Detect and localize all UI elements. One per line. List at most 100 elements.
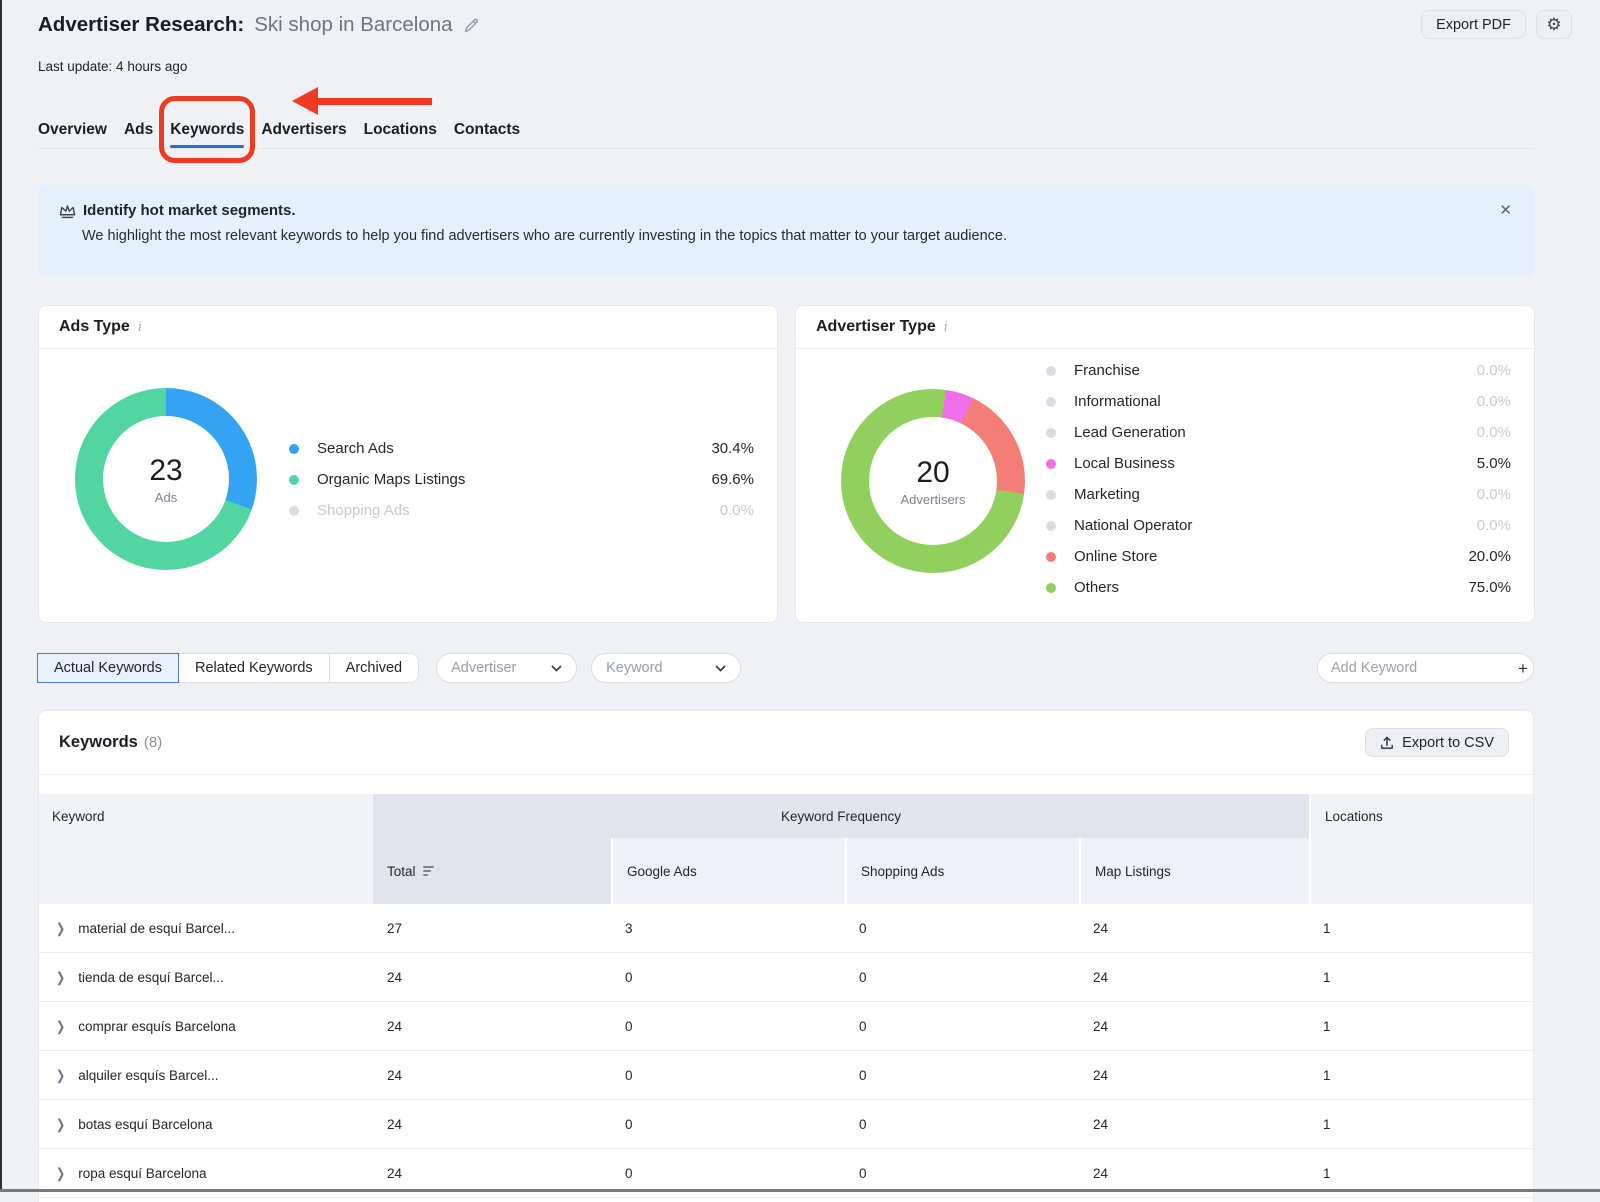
table-row[interactable]: ❯ alquiler esquís Barcel... 24 0 0 24 1	[39, 1051, 1533, 1100]
legend-dot	[1046, 397, 1056, 407]
advertiser-type-title: Advertiser Type	[816, 318, 936, 336]
plus-icon[interactable]: +	[1518, 660, 1528, 677]
tab[interactable]: Contacts	[454, 112, 520, 148]
shopping-ads-cell: 0	[845, 1100, 1079, 1148]
google-ads-cell: 0	[611, 953, 845, 1001]
tab[interactable]: Keywords	[170, 112, 244, 148]
banner-close-button[interactable]: ✕	[1499, 203, 1512, 218]
legend-value: 5.0%	[1477, 455, 1511, 472]
add-keyword-input[interactable]	[1331, 660, 1518, 676]
tabs: Overview Ads Keywords Advertisers Locati…	[38, 112, 1534, 149]
keyword-cell: ❯ material de esquí Barcel...	[39, 904, 373, 952]
total-label: Total	[387, 864, 416, 879]
legend-dot	[1046, 552, 1056, 562]
chevron-right-icon[interactable]: ❯	[56, 1165, 65, 1181]
keywords-card-header: Keywords (8) Export to CSV	[39, 711, 1533, 775]
locations-cell: 1	[1309, 904, 1534, 952]
legend-dot	[1046, 490, 1056, 500]
chevron-right-icon[interactable]: ❯	[56, 969, 65, 985]
settings-button[interactable]: ⚙	[1536, 10, 1572, 39]
tab-label: Keywords	[170, 121, 244, 139]
chevron-right-icon[interactable]: ❯	[56, 1116, 65, 1132]
table-row[interactable]: ❯ tienda de esquí Barcel... 24 0 0 24 1	[39, 953, 1533, 1002]
chevron-right-icon[interactable]: ❯	[56, 1018, 65, 1034]
legend-label: Marketing	[1074, 486, 1477, 503]
tab-label: Locations	[364, 121, 437, 139]
legend-label: Shopping Ads	[317, 502, 720, 519]
keywords-card: Keywords (8) Export to CSV Keyword Keywo…	[38, 710, 1534, 1202]
legend-item: Online Store 20.0%	[1046, 541, 1511, 572]
google-ads-cell: 0	[611, 1051, 845, 1099]
segment-button[interactable]: Archived	[329, 653, 419, 683]
tab[interactable]: Overview	[38, 112, 107, 148]
legend-item: National Operator 0.0%	[1046, 510, 1511, 541]
export-pdf-button[interactable]: Export PDF	[1421, 10, 1526, 39]
col-group-header: Keyword Frequency	[373, 794, 1309, 838]
legend-value: 20.0%	[1468, 548, 1511, 565]
table-row[interactable]: ❯ material de esquí Barcel... 27 3 0 24 …	[39, 904, 1533, 953]
col-shopping-ads-header[interactable]: Shopping Ads	[845, 838, 1079, 904]
table-row[interactable]: ❯ comprar esquís Barcelona 24 0 0 24 1	[39, 1002, 1533, 1051]
tab[interactable]: Ads	[124, 112, 153, 148]
chevron-right-icon[interactable]: ❯	[56, 920, 65, 936]
table-header: Keyword Keyword Frequency Locations Tota…	[39, 794, 1533, 904]
legend-value: 30.4%	[711, 440, 754, 457]
arrow-head-icon	[292, 87, 318, 115]
legend-value: 0.0%	[1477, 393, 1511, 410]
google-ads-cell: 3	[611, 904, 845, 952]
keyword-text: comprar esquís Barcelona	[78, 1019, 236, 1034]
header-actions: Export PDF ⚙	[1421, 10, 1572, 39]
chevron-down-icon	[551, 665, 562, 672]
tab[interactable]: Advertisers	[261, 112, 346, 148]
advertiser-filter-select[interactable]: Advertiser	[436, 653, 577, 683]
shopping-ads-cell: 0	[845, 953, 1079, 1001]
ads-type-card: Ads Type i 23 Ads Search Ads 30.4%	[38, 305, 778, 623]
map-listings-label: Map Listings	[1095, 864, 1171, 879]
google-ads-cell: 0	[611, 1100, 845, 1148]
keywords-filterbar: Actual Keywords Related Keywords Archive…	[38, 653, 1534, 683]
advertiser-type-card-body: 20 Advertisers Franchise 0.0% Informatio…	[796, 349, 1534, 622]
arrow-shaft	[314, 98, 432, 105]
export-pdf-label: Export PDF	[1436, 17, 1511, 33]
donut-center-label: Advertisers	[900, 492, 965, 507]
advertiser-select-placeholder: Advertiser	[451, 660, 516, 676]
close-icon: ✕	[1499, 202, 1512, 219]
total-cell: 24	[373, 953, 611, 1001]
charts-row: Ads Type i 23 Ads Search Ads 30.4%	[38, 305, 1535, 623]
legend-item: Local Business 5.0%	[1046, 448, 1511, 479]
legend-item: Search Ads 30.4%	[289, 433, 754, 464]
advertiser-type-legend: Franchise 0.0% Informational 0.0% Lead G…	[1046, 355, 1511, 603]
map-listings-cell: 24	[1079, 904, 1309, 952]
segment-button[interactable]: Actual Keywords	[37, 653, 179, 683]
legend-label: Local Business	[1074, 455, 1477, 472]
total-cell: 24	[373, 1051, 611, 1099]
segment-label: Archived	[346, 660, 402, 676]
tab-label: Advertisers	[261, 121, 346, 139]
legend-label: Online Store	[1074, 548, 1468, 565]
chevron-right-icon[interactable]: ❯	[56, 1067, 65, 1083]
legend-label: Organic Maps Listings	[317, 471, 711, 488]
segment-button[interactable]: Related Keywords	[178, 653, 330, 683]
export-csv-button[interactable]: Export to CSV	[1365, 728, 1509, 757]
pencil-icon	[463, 17, 480, 34]
col-map-listings-header[interactable]: Map Listings	[1079, 838, 1309, 904]
legend-dot	[289, 444, 299, 454]
crown-icon	[58, 203, 77, 219]
legend-label: Franchise	[1074, 362, 1477, 379]
keyword-text: alquiler esquís Barcel...	[78, 1068, 218, 1083]
table-row[interactable]: ❯ botas esquí Barcelona 24 0 0 24 1	[39, 1100, 1533, 1149]
col-total-header[interactable]: Total	[373, 838, 611, 904]
edit-title-button[interactable]	[463, 17, 480, 34]
keyword-cell: ❯ comprar esquís Barcelona	[39, 1002, 373, 1050]
legend-label: Lead Generation	[1074, 424, 1477, 441]
keyword-filter-select[interactable]: Keyword	[591, 653, 741, 683]
legend-item: Shopping Ads 0.0%	[289, 495, 754, 526]
info-icon[interactable]: i	[944, 320, 948, 335]
tab[interactable]: Locations	[364, 112, 437, 148]
segment-label: Actual Keywords	[54, 660, 162, 676]
google-ads-cell: 0	[611, 1002, 845, 1050]
legend-label: National Operator	[1074, 517, 1477, 534]
info-icon[interactable]: i	[138, 320, 142, 335]
locations-cell: 1	[1309, 1051, 1534, 1099]
col-google-ads-header[interactable]: Google Ads	[611, 838, 845, 904]
